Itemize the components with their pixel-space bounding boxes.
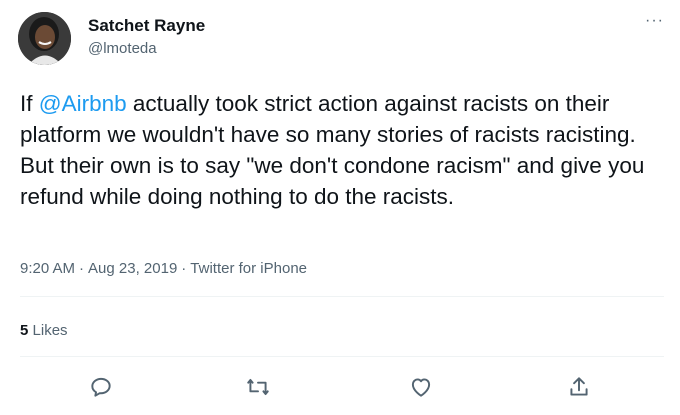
tweet-time[interactable]: 9:20 AM: [20, 260, 75, 277]
retweet-icon: [247, 378, 269, 396]
likes-label: Likes: [32, 322, 68, 339]
tweet-text: If @Airbnb actually took strict action a…: [20, 88, 660, 212]
likes-stat[interactable]: 5 Likes: [20, 322, 68, 339]
more-horizontal-icon[interactable]: ···: [645, 12, 664, 30]
like-button[interactable]: [408, 374, 434, 400]
tweet-date[interactable]: Aug 23, 2019: [88, 260, 177, 277]
heart-icon: [411, 378, 431, 397]
tweet-card: Satchet Rayne @lmoteda ··· If @Airbnb ac…: [0, 0, 680, 415]
share-icon: [570, 377, 588, 396]
meta-separator: ·: [79, 260, 85, 277]
author-name[interactable]: Satchet Rayne: [88, 16, 205, 36]
tweet-text-start: If: [20, 91, 39, 116]
likes-count: 5: [20, 322, 29, 339]
divider: [20, 296, 664, 297]
avatar[interactable]: [18, 12, 71, 65]
meta-separator: ·: [181, 260, 187, 277]
reply-button[interactable]: [88, 374, 114, 400]
share-button[interactable]: [566, 374, 592, 400]
author-handle[interactable]: @lmoteda: [88, 40, 157, 57]
reply-icon: [91, 377, 111, 397]
mention-link[interactable]: @Airbnb: [39, 91, 127, 116]
profile-photo-icon: [18, 12, 71, 65]
divider: [20, 356, 664, 357]
tweet-source[interactable]: Twitter for iPhone: [190, 260, 307, 277]
tweet-meta: 9:20 AM · Aug 23, 2019 · Twitter for iPhone: [20, 260, 307, 277]
retweet-button[interactable]: [245, 374, 271, 400]
